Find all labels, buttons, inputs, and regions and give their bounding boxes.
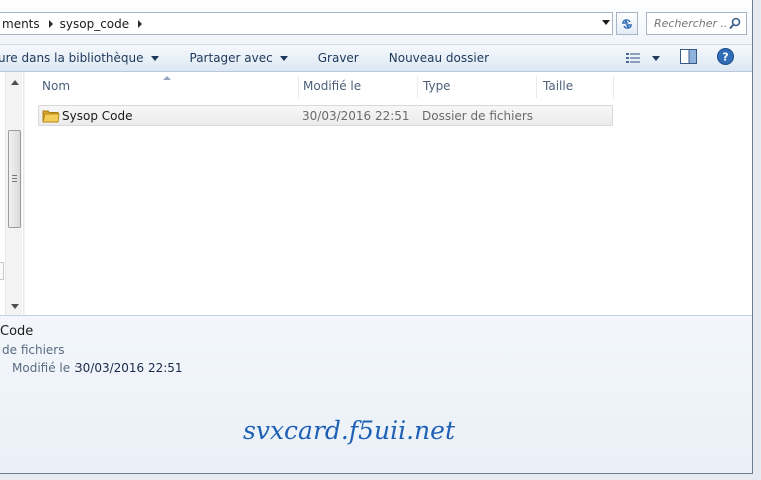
search-input[interactable]	[654, 17, 728, 30]
file-modified: 30/03/2016 22:51	[302, 109, 410, 123]
column-divider[interactable]	[417, 76, 418, 98]
help-button[interactable]: ?	[717, 48, 734, 68]
column-header-type[interactable]: Type	[419, 79, 535, 97]
breadcrumb-item-sysop-code[interactable]: sysop_code	[57, 17, 147, 31]
refresh-button[interactable]	[616, 12, 638, 35]
file-list: Nom Modifié le Type Taille Sysop Code 30…	[25, 72, 752, 315]
caret-down-icon	[150, 55, 159, 61]
caret-down-icon	[652, 55, 660, 61]
burn-label: Graver	[317, 51, 359, 65]
search-field[interactable]	[646, 12, 747, 35]
breadcrumb-item-documents[interactable]: ments	[0, 17, 57, 31]
share-with-button[interactable]: Partager avec	[190, 46, 288, 70]
folder-icon	[42, 110, 60, 123]
column-header-size[interactable]: Taille	[539, 79, 613, 97]
chevron-down-icon[interactable]	[602, 20, 610, 25]
help-icon: ?	[717, 48, 734, 65]
preview-pane-icon	[680, 49, 697, 64]
details-modified-label: Modifié le :	[12, 361, 78, 375]
scroll-down-icon[interactable]	[11, 304, 19, 309]
toolbar-right-group: ?	[626, 45, 752, 71]
column-header-modified[interactable]: Modifié le	[299, 79, 417, 97]
list-item[interactable]: Sysop Code 30/03/2016 22:51 Dossier de f…	[38, 105, 613, 126]
include-in-library-button[interactable]: ure dans la bibliothèque	[0, 46, 159, 70]
breadcrumb-label: ments	[2, 16, 40, 31]
address-bar[interactable]: ments sysop_code	[0, 12, 613, 35]
search-icon[interactable]	[729, 17, 741, 30]
details-modified-value: 30/03/2016 22:51	[75, 361, 183, 375]
column-divider[interactable]	[613, 76, 614, 98]
refresh-icon	[622, 18, 632, 29]
details-title: Code	[0, 324, 34, 339]
new-folder-button[interactable]: Nouveau dossier	[389, 46, 489, 70]
include-in-library-label: ure dans la bibliothèque	[0, 51, 144, 65]
column-header: Nom Modifié le Type Taille	[25, 72, 752, 102]
view-options-icon	[626, 53, 640, 63]
share-with-label: Partager avec	[189, 51, 273, 65]
file-type: Dossier de fichiers	[422, 109, 534, 123]
new-folder-label: Nouveau dossier	[388, 51, 490, 65]
file-name: Sysop Code	[62, 109, 133, 123]
column-divider[interactable]	[536, 76, 537, 98]
grip-icon	[12, 175, 17, 182]
details-pane: Code de fichiers Modifié le : 30/03/2016…	[0, 315, 752, 473]
watermark-text: svxcard.f5uii.net	[243, 416, 455, 445]
arrow-right-icon[interactable]	[138, 19, 143, 28]
column-header-name[interactable]: Nom	[38, 79, 300, 97]
svg-text:?: ?	[722, 51, 728, 64]
navigation-splitter[interactable]	[0, 262, 4, 280]
navigation-scrollbar[interactable]	[5, 72, 22, 315]
arrow-right-icon[interactable]	[48, 19, 53, 28]
burn-button[interactable]: Graver	[318, 46, 359, 70]
preview-pane-button[interactable]	[680, 49, 697, 67]
caret-down-icon	[279, 55, 288, 61]
explorer-window: ments sysop_code ure dans la b	[0, 0, 753, 474]
scroll-up-icon[interactable]	[11, 80, 19, 85]
view-options-button[interactable]	[626, 52, 660, 64]
address-area: ments sysop_code	[0, 0, 752, 44]
details-type: de fichiers	[2, 343, 65, 357]
breadcrumb-label: sysop_code	[59, 16, 130, 31]
command-bar: ure dans la bibliothèque Partager avec G…	[0, 44, 752, 72]
scrollbar-thumb[interactable]	[8, 130, 21, 228]
